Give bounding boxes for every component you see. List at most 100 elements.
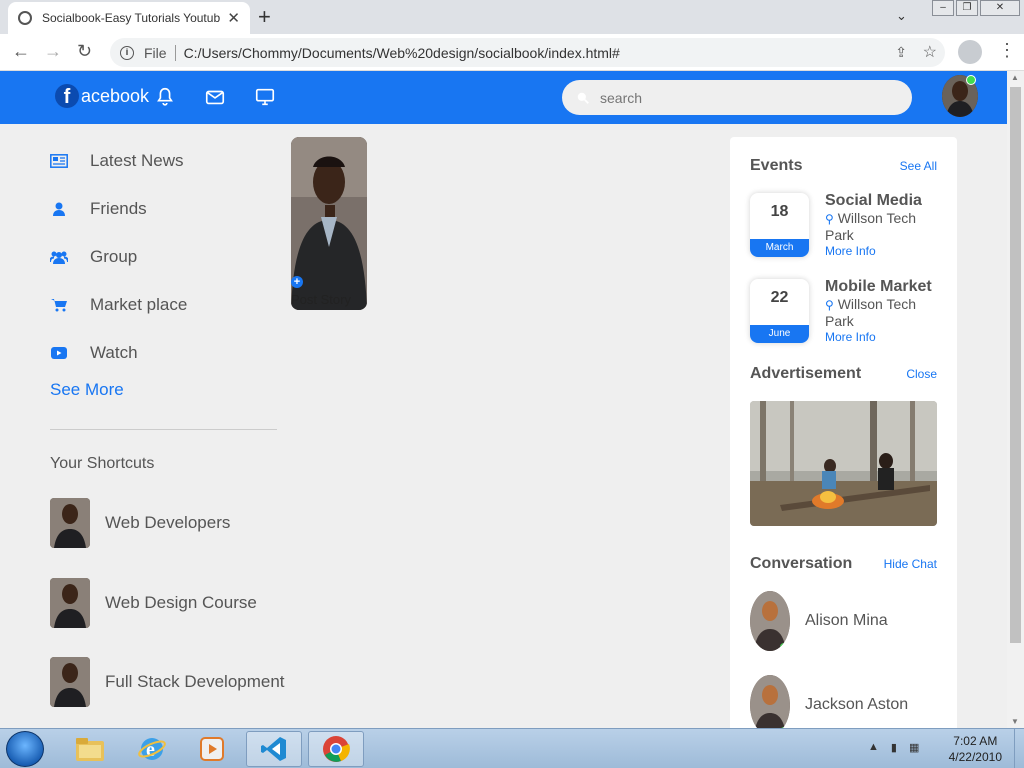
close-window-button[interactable]: ✕ bbox=[980, 0, 1020, 16]
taskbar-explorer[interactable] bbox=[62, 731, 118, 767]
network-icon[interactable]: ▦ bbox=[909, 741, 919, 754]
new-tab-button[interactable]: + bbox=[258, 4, 271, 30]
cart-icon bbox=[50, 296, 68, 314]
search-icon bbox=[577, 92, 589, 104]
site-navbar: f acebook bbox=[0, 71, 1007, 124]
event-date-badge: 18 March bbox=[750, 193, 809, 257]
left-sidebar: Latest News Friends Group Market place W… bbox=[50, 137, 277, 377]
map-pin-icon: ⚲ bbox=[825, 212, 834, 226]
conversation-item[interactable]: Alison Mina bbox=[750, 591, 888, 651]
address-url[interactable]: C:/Users/Chommy/Documents/Web%20design/s… bbox=[184, 45, 620, 61]
left-nav-label: Friends bbox=[90, 199, 147, 218]
search-input[interactable] bbox=[600, 89, 890, 106]
hide-chat-link[interactable]: Hide Chat bbox=[884, 557, 937, 571]
browser-menu-icon[interactable]: ⋮ bbox=[998, 40, 1016, 61]
chrome-icon bbox=[323, 736, 350, 762]
more-info-link[interactable]: More Info bbox=[825, 243, 945, 259]
event-month: June bbox=[750, 325, 809, 343]
shortcut-item-full-stack-development[interactable]: Full Stack Development bbox=[50, 657, 285, 707]
conversation-item[interactable]: Jackson Aston bbox=[750, 675, 908, 728]
globe-icon bbox=[18, 11, 32, 25]
map-pin-icon: ⚲ bbox=[825, 298, 834, 312]
close-ad-link[interactable]: Close bbox=[906, 367, 937, 381]
scroll-down-icon[interactable]: ▼ bbox=[1011, 717, 1019, 726]
info-icon[interactable]: i bbox=[120, 45, 134, 60]
event-name: Mobile Market bbox=[825, 278, 932, 295]
battery-icon[interactable]: ▮ bbox=[891, 741, 897, 754]
left-nav-item-market-place[interactable]: Market place bbox=[50, 281, 277, 329]
forward-arrow-icon[interactable]: → bbox=[44, 41, 62, 62]
taskbar-vscode[interactable] bbox=[246, 731, 302, 767]
event-location: Willson Tech Park bbox=[825, 296, 917, 329]
browser-profile-icon[interactable] bbox=[958, 40, 982, 64]
tab-search-chevron-icon[interactable]: ⌄ bbox=[896, 8, 907, 24]
address-bar[interactable]: i File C:/Users/Chommy/Documents/Web%20d… bbox=[110, 38, 945, 67]
scroll-up-icon[interactable]: ▲ bbox=[1011, 73, 1019, 82]
clock-time: 7:02 AM bbox=[953, 734, 998, 748]
clock[interactable]: 7:02 AM 4/22/2010 bbox=[949, 733, 1002, 765]
see-all-link[interactable]: See All bbox=[900, 159, 937, 173]
bookmark-star-icon[interactable]: ☆ bbox=[923, 42, 937, 62]
minimize-button[interactable]: – bbox=[932, 0, 954, 16]
taskbar-chrome[interactable] bbox=[308, 731, 364, 767]
events-title: Events bbox=[750, 157, 803, 174]
play-icon bbox=[50, 344, 68, 362]
user-icon bbox=[50, 200, 68, 218]
back-arrow-icon[interactable]: ← bbox=[12, 41, 30, 62]
sidebar-divider bbox=[50, 429, 277, 430]
event-month: March bbox=[750, 239, 809, 257]
vscode-icon bbox=[261, 737, 286, 761]
more-info-link[interactable]: More Info bbox=[825, 329, 945, 345]
left-nav-item-friends[interactable]: Friends bbox=[50, 185, 277, 233]
event-name: Social Media bbox=[825, 192, 922, 209]
monitor-icon[interactable] bbox=[254, 86, 276, 108]
right-sidebar: Events See All 18 March Social Media ⚲ W… bbox=[730, 137, 957, 728]
scrollbar-thumb[interactable] bbox=[1010, 87, 1021, 643]
online-status-dot bbox=[966, 75, 976, 85]
show-desktop-button[interactable] bbox=[1014, 729, 1024, 768]
contact-avatar bbox=[750, 591, 790, 651]
bell-icon[interactable] bbox=[154, 86, 176, 108]
shortcut-item-web-design-course[interactable]: Web Design Course bbox=[50, 578, 257, 628]
left-nav-label: Watch bbox=[90, 343, 138, 362]
reload-icon[interactable]: ↻ bbox=[77, 41, 92, 62]
event-date-badge: 22 June bbox=[750, 279, 809, 343]
browser-tab-bar: Socialbook-Easy Tutorials Youtub ✕ + ⌄ –… bbox=[0, 0, 1024, 34]
add-story-icon[interactable]: + bbox=[291, 276, 303, 288]
online-status-dot bbox=[780, 643, 788, 651]
event-info: Social Media ⚲ Willson Tech Park More In… bbox=[825, 193, 945, 259]
window-controls: – ❐ ✕ bbox=[932, 0, 1020, 16]
left-nav-item-latest-news[interactable]: Latest News bbox=[50, 137, 277, 185]
windows-taskbar: e ▲ ▮ ▦ 7:02 AM 4/22/2010 bbox=[0, 728, 1024, 768]
post-story-label[interactable]: Post Story bbox=[291, 292, 367, 307]
advertisement-image[interactable] bbox=[750, 401, 937, 526]
site-logo[interactable]: f acebook bbox=[55, 84, 149, 108]
logo-f-icon: f bbox=[55, 84, 79, 108]
contact-avatar bbox=[750, 675, 790, 728]
page-scrollbar[interactable]: ▲ ▼ bbox=[1007, 71, 1024, 728]
mail-icon[interactable] bbox=[204, 86, 226, 108]
shortcut-label: Web Design Course bbox=[105, 593, 257, 612]
start-button[interactable] bbox=[6, 731, 44, 767]
taskbar-internet-explorer[interactable]: e bbox=[124, 731, 180, 767]
browser-tab[interactable]: Socialbook-Easy Tutorials Youtub ✕ bbox=[8, 2, 250, 34]
taskbar-media-player[interactable] bbox=[184, 731, 240, 767]
left-nav-item-group[interactable]: Group bbox=[50, 233, 277, 281]
shortcuts-title: Your Shortcuts bbox=[50, 455, 155, 472]
restore-button[interactable]: ❐ bbox=[956, 0, 978, 16]
see-more-link[interactable]: See More bbox=[50, 380, 124, 400]
tray-expand-icon[interactable]: ▲ bbox=[868, 741, 879, 754]
folder-icon bbox=[76, 738, 104, 761]
close-tab-icon[interactable]: ✕ bbox=[227, 9, 240, 27]
contact-name: Jackson Aston bbox=[805, 696, 909, 713]
site-search bbox=[562, 80, 912, 115]
event-day: 18 bbox=[770, 203, 789, 220]
left-nav-item-watch[interactable]: Watch bbox=[50, 329, 277, 377]
users-icon bbox=[50, 248, 68, 266]
left-nav-label: Group bbox=[90, 247, 138, 266]
share-icon[interactable]: ⇪ bbox=[895, 44, 907, 61]
internet-explorer-icon: e bbox=[138, 738, 166, 761]
event-day: 22 bbox=[770, 289, 789, 306]
system-tray: ▲ ▮ ▦ bbox=[868, 741, 919, 754]
shortcut-item-web-developers[interactable]: Web Developers bbox=[50, 498, 230, 548]
